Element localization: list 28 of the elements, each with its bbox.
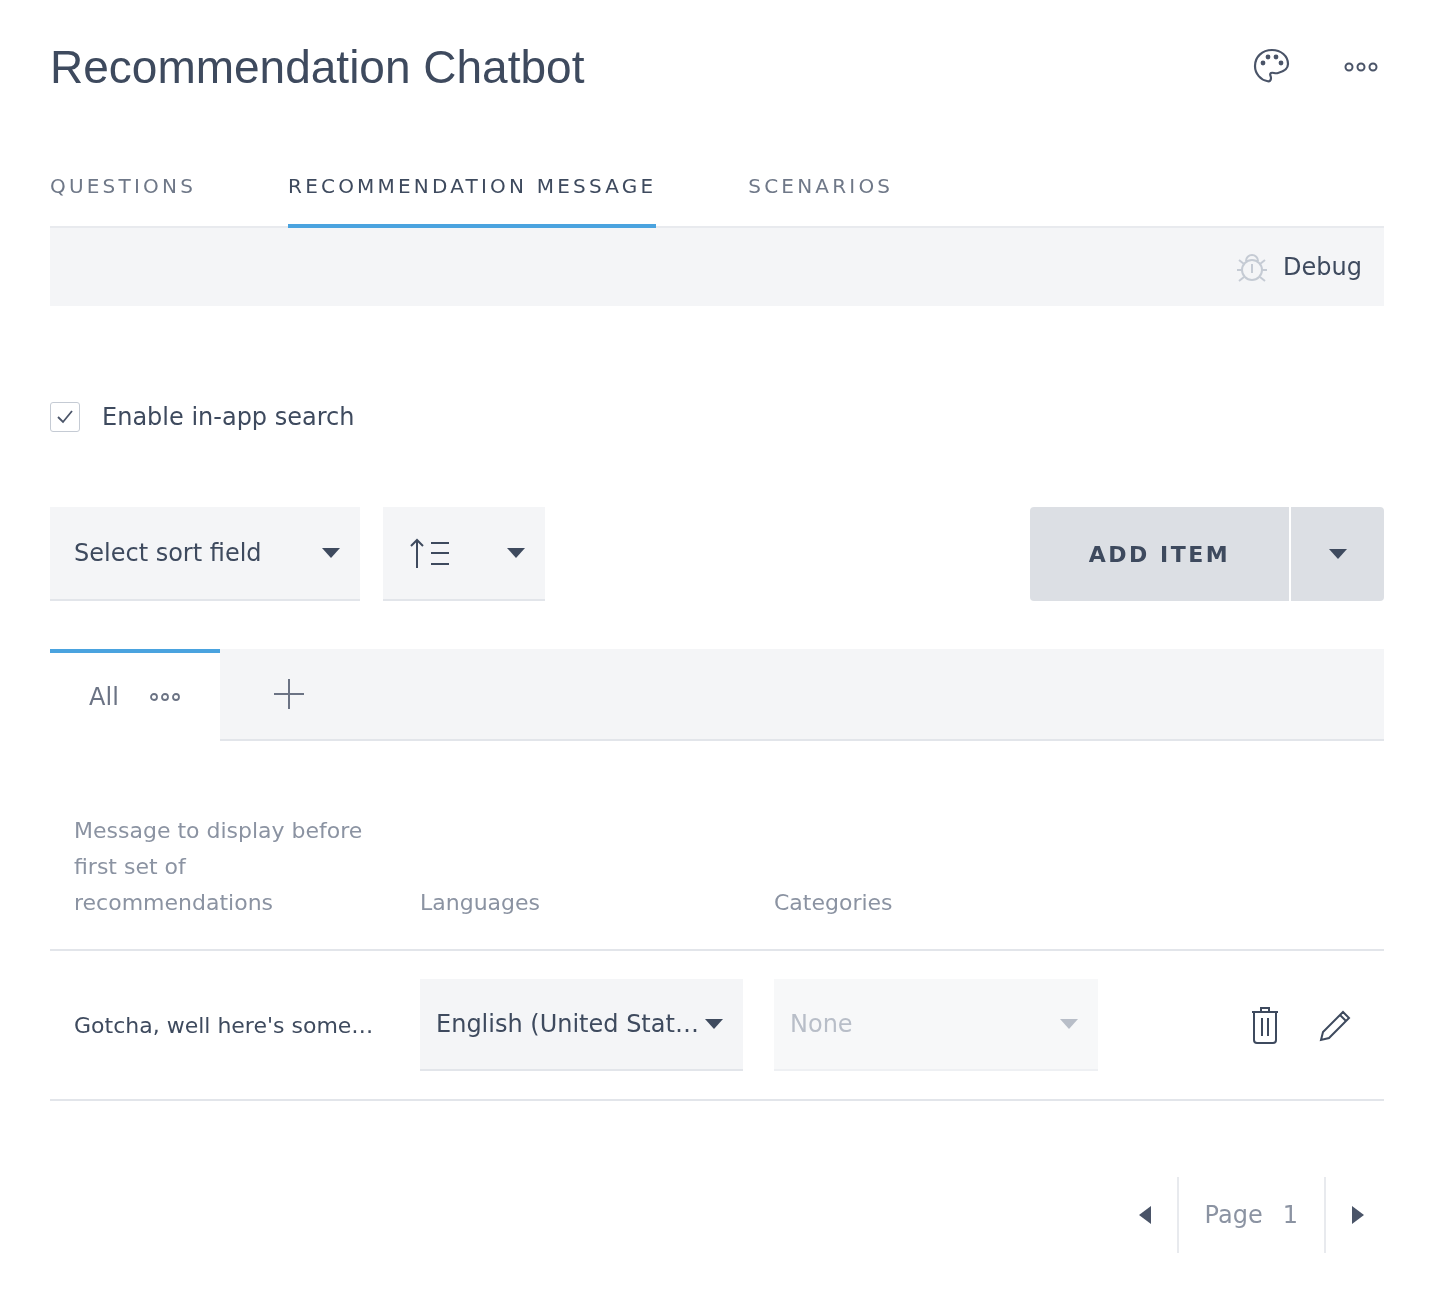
tab[interactable]: SCENARIOS bbox=[748, 174, 894, 228]
next-page-icon[interactable] bbox=[1352, 1206, 1364, 1224]
previous-page-icon[interactable] bbox=[1138, 1206, 1151, 1224]
page-label: Page bbox=[1204, 1201, 1263, 1229]
caret-icon bbox=[705, 1019, 723, 1029]
caret-icon bbox=[1060, 1019, 1078, 1029]
table-cell-text: Gotcha, well here's some… bbox=[73, 1012, 375, 1038]
checkbox-label: Enable in-app search bbox=[102, 403, 355, 431]
checkbox[interactable] bbox=[50, 402, 80, 432]
caret-icon bbox=[507, 548, 525, 558]
page-number: 1 bbox=[1282, 1201, 1298, 1229]
language-dropdown[interactable]: English (United Stat… bbox=[420, 979, 743, 1071]
caret-icon bbox=[322, 548, 340, 558]
column-header: Languages bbox=[420, 889, 542, 917]
more-icon[interactable] bbox=[148, 692, 181, 702]
column-header: Categories bbox=[774, 889, 894, 917]
page-title: Recommendation Chatbot bbox=[50, 40, 585, 94]
checkmark-icon bbox=[55, 409, 75, 425]
sort-field-dropdown[interactable]: Select sort field bbox=[50, 507, 360, 601]
column-header: Message to display before first set of recommendations bbox=[73, 817, 364, 917]
add-icon[interactable] bbox=[273, 678, 305, 710]
more-icon[interactable] bbox=[1344, 61, 1378, 73]
add-item-button[interactable]: ADD ITEM bbox=[1030, 507, 1289, 601]
caret-icon bbox=[1328, 549, 1347, 559]
debug-button[interactable]: Debug bbox=[1227, 249, 1368, 285]
trash-icon[interactable] bbox=[1250, 1006, 1280, 1044]
tab[interactable]: QUESTIONS bbox=[50, 174, 197, 228]
sort-ascending-icon bbox=[409, 537, 451, 569]
